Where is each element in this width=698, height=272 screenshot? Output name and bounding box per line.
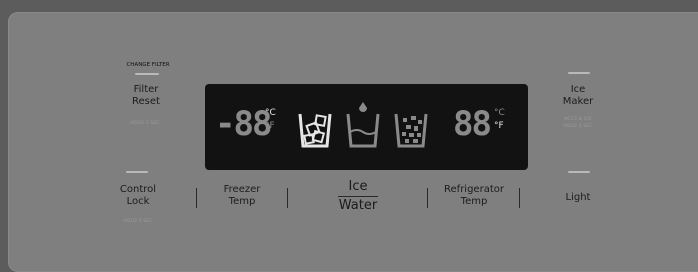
freezer-label-2: Temp [228,196,256,207]
freezer-temp-readout: -88 [215,104,272,144]
ice-water-label-1: Ice [348,179,368,194]
ice-maker-sub1: ACCS & ICE [564,117,592,122]
separator [519,188,520,208]
ice-maker-sub2: HOLD 3 SEC [563,124,593,129]
ice-maker-indicator-light [568,72,590,74]
filter-indicator-light [135,73,159,75]
control-lock-indicator-light [126,171,148,173]
refrigerator-label-2: Temp [460,196,488,207]
control-lock-label-1: Control [119,184,157,195]
refrigerator-unit-c: °C [494,108,505,118]
freezer-temp-button[interactable]: Freezer Temp [212,184,272,214]
ice-water-divider [338,196,378,197]
separator [287,188,288,208]
change-filter-label: CHANGE FILTER [126,62,170,68]
control-lock-hold-text: HOLD 3 SEC [123,219,153,224]
filter-hold-text: HOLD 3 SEC [130,121,160,126]
ice-maker-label-1: Ice [570,84,586,95]
refrigerator-temp-readout: 88 [453,104,492,144]
filter-reset-label-1: Filter [133,84,159,95]
lcd-display: -88 °C °F 88 °C °F [205,84,528,170]
control-lock-button[interactable]: Control Lock [108,184,168,214]
control-lock-label-2: Lock [126,196,150,207]
light-button[interactable]: Light [548,188,608,208]
separator [196,188,197,208]
freezer-unit-f: °F [265,121,275,131]
light-label: Light [565,192,591,203]
freezer-label-1: Freezer [223,184,261,195]
ice-water-label-2: Water [338,198,378,213]
refrigerator-temp-button[interactable]: Refrigerator Temp [426,184,522,214]
ice-water-button[interactable]: Ice Water [328,180,388,216]
freezer-unit-c: °C [265,108,276,118]
light-indicator [568,171,590,173]
control-panel: CHANGE FILTER Filter Reset HOLD 3 SEC -8… [8,12,698,272]
refrigerator-label-1: Refrigerator [444,184,504,195]
filter-reset-button[interactable]: Filter Reset [116,84,176,124]
ice-cube-cup-icon [298,113,332,148]
crushed-ice-cup-icon [394,113,428,148]
filter-reset-label-2: Reset [132,96,160,107]
refrigerator-unit-f: °F [494,121,504,131]
ice-maker-label-2: Maker [562,96,594,107]
water-cup-icon [346,102,380,148]
